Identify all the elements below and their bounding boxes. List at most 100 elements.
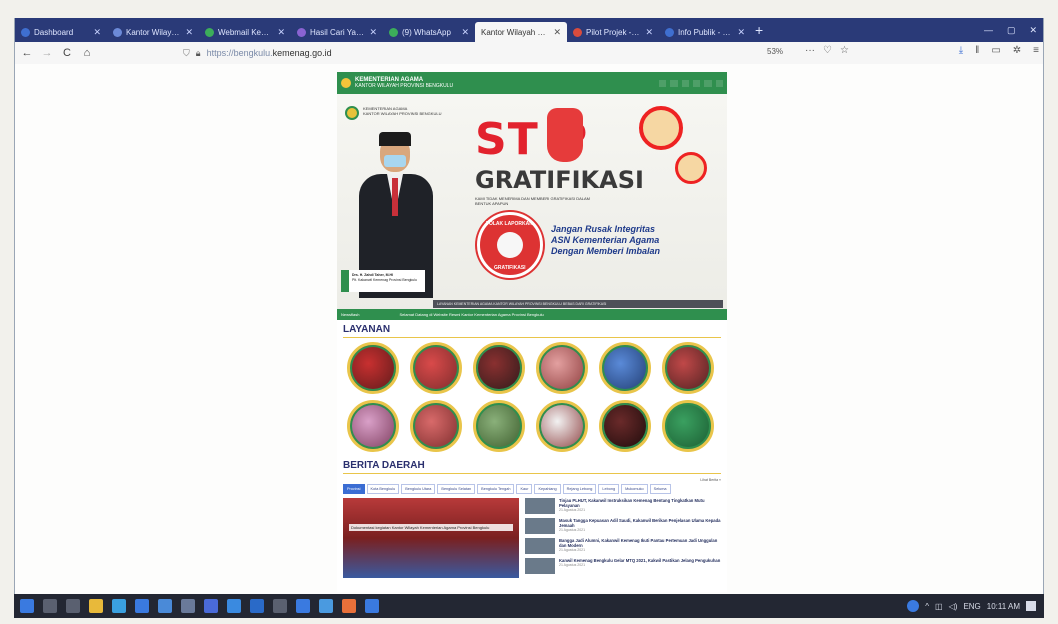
clock[interactable]: 10:11 AM bbox=[987, 602, 1020, 611]
tab-kaur[interactable]: Kaur bbox=[516, 484, 533, 494]
gratifikasi-heading: GRATIFIKASI bbox=[475, 166, 644, 194]
task-view-icon[interactable] bbox=[66, 599, 80, 613]
site-menu[interactable] bbox=[658, 79, 723, 87]
chevron-up-icon[interactable]: ^ bbox=[925, 602, 929, 611]
layanan-item[interactable] bbox=[410, 342, 462, 394]
lihat-berita-link[interactable]: Lihat Berita » bbox=[337, 478, 727, 482]
tab-info-publik[interactable]: Info Publik - DPMPT✕ bbox=[659, 22, 751, 42]
app-icon[interactable] bbox=[204, 599, 218, 613]
app-icon[interactable] bbox=[158, 599, 172, 613]
tab-bengkulu-tengah[interactable]: Bengkulu Tengah bbox=[477, 484, 515, 494]
close-window-icon[interactable]: ✕ bbox=[1029, 25, 1037, 36]
home-button[interactable]: ⌂ bbox=[79, 47, 95, 59]
app-icon[interactable] bbox=[365, 599, 379, 613]
app-icon[interactable] bbox=[273, 599, 287, 613]
store-icon[interactable] bbox=[135, 599, 149, 613]
network-icon[interactable]: ◫ bbox=[935, 602, 943, 611]
tab-kantor-wilayah-active[interactable]: Kantor Wilayah Keme✕ bbox=[475, 22, 567, 42]
library-icon[interactable]: ‖ bbox=[975, 45, 979, 56]
layanan-item[interactable] bbox=[347, 400, 399, 452]
volume-icon[interactable]: ◁) bbox=[949, 602, 958, 611]
maximize-icon[interactable]: ▢ bbox=[1007, 25, 1016, 36]
tab-seluma[interactable]: Seluma bbox=[649, 484, 671, 494]
user-icon[interactable] bbox=[907, 600, 920, 612]
close-icon[interactable]: ✕ bbox=[737, 27, 745, 38]
menu-item[interactable] bbox=[715, 79, 723, 87]
app-icon[interactable] bbox=[296, 599, 310, 613]
tab-yahoo[interactable]: Hasil Cari Yahoo Se✕ bbox=[291, 22, 383, 42]
bookmark-star-icon[interactable]: ☆ bbox=[840, 45, 849, 56]
layanan-item[interactable] bbox=[662, 400, 714, 452]
tab-bengkulu-selatan[interactable]: Bengkulu Selatan bbox=[437, 484, 476, 494]
layanan-item[interactable] bbox=[473, 400, 525, 452]
layanan-item[interactable] bbox=[473, 342, 525, 394]
close-icon[interactable]: ✕ bbox=[93, 27, 101, 38]
pocket-icon[interactable]: ♡ bbox=[823, 45, 832, 56]
monitor-screen: Dashboard✕ Kantor Wilayah Keme✕ Webmail … bbox=[14, 18, 1044, 618]
menu-icon[interactable]: ≡ bbox=[1033, 45, 1039, 56]
layanan-item[interactable] bbox=[536, 400, 588, 452]
file-explorer-icon[interactable] bbox=[89, 599, 103, 613]
zoom-level[interactable]: 53% bbox=[767, 47, 783, 56]
window-controls: — ▢ ✕ bbox=[984, 25, 1043, 36]
menu-item[interactable] bbox=[670, 79, 678, 87]
menu-item[interactable] bbox=[704, 79, 712, 87]
firefox-icon[interactable] bbox=[342, 599, 356, 613]
close-icon[interactable]: ✕ bbox=[645, 27, 653, 38]
windows-start-icon[interactable] bbox=[20, 599, 34, 613]
layanan-item[interactable] bbox=[599, 342, 651, 394]
layanan-item[interactable] bbox=[536, 342, 588, 394]
list-item[interactable]: Masuk Tangga Kepuasan Adil Saudi, Kakanw… bbox=[525, 518, 721, 534]
reload-button[interactable]: C bbox=[59, 47, 75, 59]
tab-kota-bengkulu[interactable]: Kota Bengkulu bbox=[366, 484, 400, 494]
language-indicator[interactable]: ENG bbox=[963, 602, 980, 611]
tab-pilot-projek[interactable]: Pilot Projek - Peni✕ bbox=[567, 22, 659, 42]
app-icon[interactable] bbox=[319, 599, 333, 613]
minimize-icon[interactable]: — bbox=[984, 25, 993, 36]
new-tab-button[interactable]: + bbox=[755, 22, 763, 38]
app-icon[interactable] bbox=[181, 599, 195, 613]
layanan-item[interactable] bbox=[599, 400, 651, 452]
tab-bengkulu-utara[interactable]: Bengkulu Utara bbox=[401, 484, 436, 494]
page-icon bbox=[573, 27, 582, 37]
layanan-item[interactable] bbox=[347, 342, 399, 394]
download-icon[interactable]: ⤓ bbox=[959, 45, 963, 56]
layanan-item[interactable] bbox=[662, 342, 714, 394]
tab-kantor-wilayah-1[interactable]: Kantor Wilayah Keme✕ bbox=[107, 22, 199, 42]
menu-item[interactable] bbox=[658, 79, 667, 87]
close-icon[interactable]: ✕ bbox=[369, 27, 377, 38]
close-icon[interactable]: ✕ bbox=[553, 27, 561, 38]
gratifikasi-banner[interactable]: KEMENTERIAN AGAMA KANTOR WILAYAH PROVINS… bbox=[337, 94, 727, 320]
tab-lebong[interactable]: Lebong bbox=[598, 484, 620, 494]
list-item[interactable]: Bangga Jadi Alumni, Kakanwil Kemenag Iku… bbox=[525, 538, 721, 554]
notification-icon[interactable] bbox=[1026, 601, 1036, 611]
tab-webmail[interactable]: Webmail Kemente✕ bbox=[199, 22, 291, 42]
tab-kepahiang[interactable]: Kepahiang bbox=[534, 484, 561, 494]
menu-item[interactable] bbox=[692, 79, 701, 87]
app-icon[interactable] bbox=[227, 599, 241, 613]
back-button[interactable]: ← bbox=[19, 47, 35, 59]
tab-mukomuko[interactable]: Mukomuko bbox=[621, 484, 648, 494]
more-actions-icon[interactable]: ··· bbox=[805, 45, 815, 56]
tab-dashboard[interactable]: Dashboard ✕ bbox=[15, 22, 107, 42]
shield-icon: ⛉ bbox=[183, 47, 190, 58]
tab-provinsi[interactable]: Provinsi bbox=[343, 484, 365, 494]
headline-image[interactable]: Dokumentasi kegiatan Kantor Wilayah Keme… bbox=[343, 498, 519, 578]
list-item[interactable]: Tinjau PLHUT, Kakanwil Instruksikan Keme… bbox=[525, 498, 721, 514]
tab-rejang-lebong[interactable]: Rejang Lebong bbox=[562, 484, 597, 494]
app-icon[interactable] bbox=[250, 599, 264, 613]
extension-icon[interactable]: ✲ bbox=[1013, 45, 1021, 56]
sidebar-icon[interactable]: ▭ bbox=[991, 45, 1000, 56]
close-icon[interactable]: ✕ bbox=[277, 27, 285, 38]
close-icon[interactable]: ✕ bbox=[461, 27, 469, 38]
list-item[interactable]: Kanwil Kemenag Bengkulu Gelar MTQ 2021, … bbox=[525, 558, 721, 574]
edge-icon[interactable] bbox=[112, 599, 126, 613]
news-thumbnail bbox=[525, 518, 555, 534]
search-icon[interactable] bbox=[43, 599, 57, 613]
forward-button[interactable]: → bbox=[39, 47, 55, 59]
page-actions: ··· ♡ ☆ bbox=[805, 45, 849, 56]
tab-whatsapp[interactable]: (9) WhatsApp ✕ bbox=[383, 22, 475, 42]
close-icon[interactable]: ✕ bbox=[185, 27, 193, 38]
layanan-item[interactable] bbox=[410, 400, 462, 452]
menu-item[interactable] bbox=[681, 79, 689, 87]
